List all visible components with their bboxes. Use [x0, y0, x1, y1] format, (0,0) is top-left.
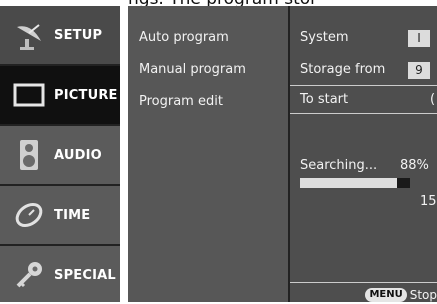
progress-percent: 88%: [400, 158, 429, 173]
progress-fill: [300, 178, 397, 188]
search-progress-bar: [300, 178, 410, 188]
stop-label: Stop: [409, 288, 437, 302]
stop-hint[interactable]: MENU Stop: [365, 288, 437, 302]
tv-screen-icon: [10, 76, 48, 114]
setup-submenu: Auto program Manual program Program edit: [128, 6, 288, 302]
sidebar-item-label: AUDIO: [54, 147, 102, 163]
system-selector[interactable]: I: [408, 30, 430, 47]
sidebar-item-special[interactable]: SPECIAL: [0, 246, 120, 304]
sidebar-item-label: TIME: [54, 207, 91, 223]
auto-program-panel: System I Storage from 9 To start ( Searc…: [288, 6, 437, 302]
divider-line: [290, 85, 437, 86]
sidebar-item-label: SPECIAL: [54, 267, 116, 283]
sidebar-item-setup[interactable]: SETUP: [0, 6, 120, 64]
menu-item-program-edit[interactable]: Program edit: [139, 94, 223, 109]
satellite-dish-icon: [10, 16, 48, 54]
menu-item-auto-program[interactable]: Auto program: [139, 30, 229, 45]
to-start-indicator: (: [430, 92, 436, 107]
divider-line: [290, 282, 437, 283]
sidebar-item-label: SETUP: [54, 27, 103, 43]
divider-line: [290, 113, 437, 114]
searching-label: Searching...: [300, 158, 378, 173]
sidebar-item-picture[interactable]: PICTURE: [0, 66, 120, 124]
key-icon: [10, 256, 48, 294]
menu-key-icon: MENU: [365, 288, 407, 302]
menu-item-manual-program[interactable]: Manual program: [139, 62, 246, 77]
to-start-button[interactable]: To start: [300, 92, 348, 107]
sidebar-item-time[interactable]: TIME: [0, 186, 120, 244]
speaker-icon: [10, 136, 48, 174]
main-menu-sidebar: SETUP PICTURE AUDIO TIME SPECIAL: [0, 6, 120, 302]
sidebar-item-audio[interactable]: AUDIO: [0, 126, 120, 184]
storage-from-field[interactable]: 9: [408, 62, 430, 79]
system-label: System: [300, 30, 349, 45]
channel-count: 15: [420, 194, 437, 209]
clock-icon: [10, 196, 48, 234]
sidebar-item-label: PICTURE: [54, 87, 118, 103]
storage-from-label: Storage from: [300, 62, 386, 77]
